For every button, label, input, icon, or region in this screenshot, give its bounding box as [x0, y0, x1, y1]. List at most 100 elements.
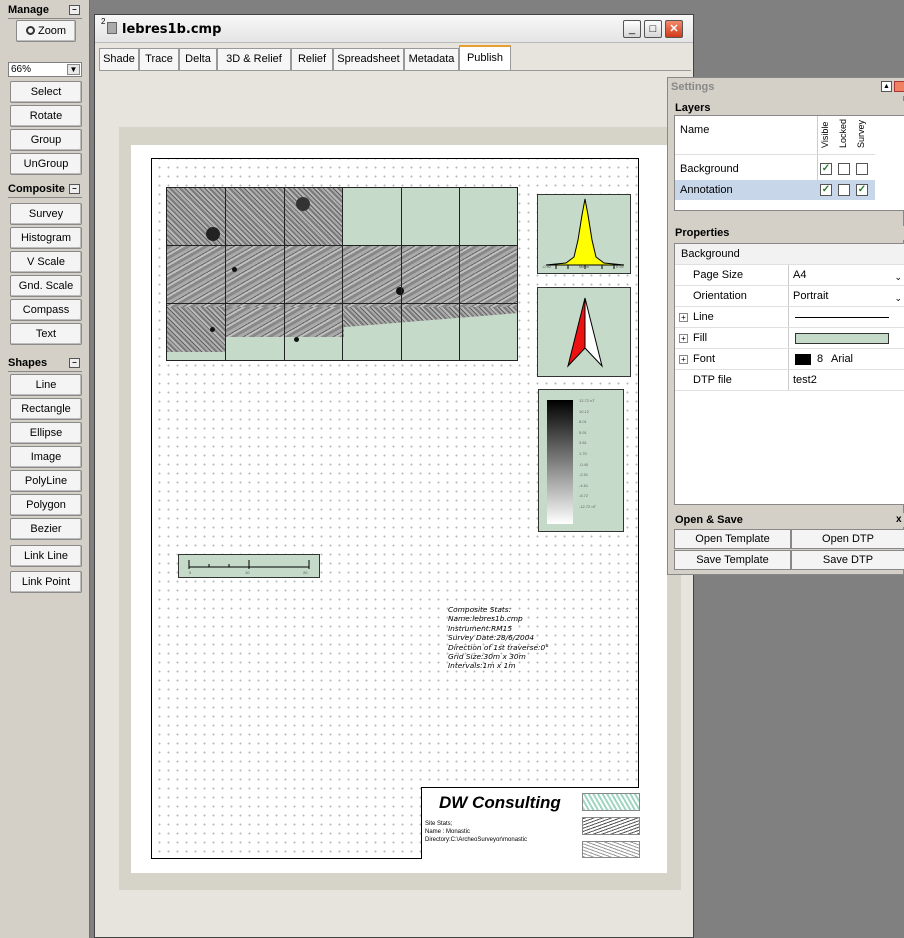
ungroup-button[interactable]: UnGroup [10, 153, 82, 175]
fill-row[interactable]: + Fill [675, 328, 904, 349]
tab-trace[interactable]: Trace [139, 48, 179, 70]
grid-cell [459, 187, 518, 246]
line-row[interactable]: + Line [675, 307, 904, 328]
font-row[interactable]: + Font 8 Arial [675, 349, 904, 370]
tab-delta[interactable]: Delta [179, 48, 217, 70]
visible-checkbox[interactable]: ✓ [820, 163, 832, 175]
properties-object-name: Background [681, 248, 740, 260]
group-button[interactable]: Group [10, 129, 82, 151]
line-sample [795, 317, 889, 318]
line-value[interactable] [788, 307, 904, 327]
page-size-select[interactable]: A4 ⌄ [788, 265, 904, 285]
composite-collapse-button[interactable]: – [69, 184, 80, 194]
ellipse-button[interactable]: Ellipse [10, 422, 82, 444]
tab-relief[interactable]: Relief [291, 48, 333, 70]
logo-image [582, 793, 640, 811]
locked-checkbox[interactable] [838, 184, 850, 196]
vscale-label: -0.40 [579, 461, 589, 467]
vscale-panel[interactable]: 12.72 nT 10.12 8.01 5.91 3.81 1.70 -0.40… [538, 389, 624, 532]
dtp-value[interactable]: test2 [788, 370, 904, 390]
tab-metadata[interactable]: Metadata [404, 48, 459, 70]
pin-button[interactable]: ▲ [881, 81, 892, 92]
close-button[interactable]: ✕ [665, 20, 683, 38]
dtp-file-row[interactable]: DTP file test2 [675, 370, 904, 391]
zoom-select[interactable]: 66% ▼ [8, 62, 82, 77]
polygon-button[interactable]: Polygon [10, 494, 82, 516]
compass-panel[interactable] [537, 287, 631, 377]
settings-close-button[interactable] [894, 81, 904, 92]
orientation-row[interactable]: Orientation Portrait ⌄ [675, 286, 904, 307]
grid-cell [401, 187, 460, 246]
col-survey: Survey [856, 119, 866, 148]
polyline-button[interactable]: PolyLine [10, 470, 82, 492]
stats-line: Intervals:1m x 1m [448, 661, 516, 671]
font-name: Arial [831, 353, 854, 365]
layer-row-annotation[interactable]: Annotation ✓ ✓ [675, 180, 875, 200]
rotate-button[interactable]: Rotate [10, 105, 82, 127]
properties-section-header[interactable]: Properties [672, 226, 904, 240]
save-dtp-button[interactable]: Save DTP [791, 550, 904, 570]
stats-line: Name:lebres1b.cmp [448, 614, 523, 624]
minimize-button[interactable]: _ [623, 20, 641, 38]
tab-shade[interactable]: Shade [99, 48, 139, 70]
histogram-panel[interactable]: -0.92 Mean 0.92 [537, 194, 631, 274]
zoom-value: 66% [11, 64, 32, 75]
vscale-label: 3.81 [579, 440, 587, 446]
open-dtp-button[interactable]: Open DTP [791, 529, 904, 549]
font-value[interactable]: 8 Arial [788, 349, 904, 369]
col-name: Name [680, 124, 710, 136]
font-label: Font [693, 353, 716, 365]
locked-checkbox[interactable] [838, 163, 850, 175]
settings-header[interactable]: Settings ▲ [668, 78, 904, 96]
bezier-button[interactable]: Bezier [10, 518, 82, 540]
survey-checkbox[interactable] [856, 163, 868, 175]
layer-row-background[interactable]: Background ✓ [675, 159, 875, 179]
visible-checkbox[interactable]: ✓ [820, 184, 832, 196]
orientation-label: Orientation [693, 290, 747, 302]
line-button[interactable]: Line [10, 374, 82, 396]
manage-group-header: Manage – [8, 3, 82, 19]
page-size-row[interactable]: Page Size A4 ⌄ [675, 265, 904, 286]
vscale-gradient [547, 400, 573, 524]
open-template-button[interactable]: Open Template [674, 529, 791, 549]
survey-image[interactable] [166, 187, 518, 361]
layers-section-header[interactable]: Layers [672, 101, 904, 115]
site-text: Site Stats; Name : Monastic Directory:C:… [425, 820, 527, 844]
survey-button[interactable]: Survey [10, 203, 82, 225]
grid-cell [284, 245, 343, 304]
tab-spreadsheet[interactable]: Spreadsheet [333, 48, 404, 70]
page-frame[interactable]: -0.92 Mean 0.92 12.72 nT 10.12 8.01 5.91… [151, 158, 640, 859]
grid-cell [166, 187, 226, 246]
link-point-button[interactable]: Link Point [10, 571, 82, 593]
compass-button[interactable]: Compass [10, 299, 82, 321]
open-save-section-header[interactable]: Open & Save x [672, 513, 904, 527]
vscale-button[interactable]: V Scale [10, 251, 82, 273]
chevron-down-icon[interactable]: ⌄ [894, 288, 902, 308]
gnd-scale-button[interactable]: Gnd. Scale [10, 275, 82, 297]
manage-collapse-button[interactable]: – [69, 5, 80, 15]
chevron-down-icon[interactable]: ⌄ [894, 267, 902, 287]
save-template-button[interactable]: Save Template [674, 550, 791, 570]
fill-value[interactable] [788, 328, 904, 348]
text-button[interactable]: Text [10, 323, 82, 345]
close-icon[interactable]: x [896, 513, 902, 527]
window-titlebar[interactable]: 2 lebres1b.cmp _ □ ✕ [95, 15, 693, 43]
select-button[interactable]: Select [10, 81, 82, 103]
zoom-button[interactable]: Zoom [16, 20, 76, 42]
stats-text[interactable]: Composite Stats: Name:lebres1b.cmp Instr… [448, 605, 549, 671]
vscale-label: 1.70 [579, 450, 587, 456]
chevron-down-icon[interactable]: ▼ [67, 64, 80, 75]
tab-3d-relief[interactable]: 3D & Relief [217, 48, 291, 70]
shapes-collapse-button[interactable]: – [69, 358, 80, 368]
orientation-select[interactable]: Portrait ⌄ [788, 286, 904, 306]
image-button[interactable]: Image [10, 446, 82, 468]
rectangle-button[interactable]: Rectangle [10, 398, 82, 420]
grid-cell [284, 303, 343, 361]
tab-publish[interactable]: Publish [459, 45, 511, 71]
title-block[interactable]: DW Consulting Site Stats; Name : Monasti… [421, 787, 640, 859]
ground-scale[interactable]: 0 10 20 [178, 554, 320, 578]
link-line-button[interactable]: Link Line [10, 545, 82, 567]
maximize-button[interactable]: □ [644, 20, 662, 38]
survey-checkbox[interactable]: ✓ [856, 184, 868, 196]
histogram-button[interactable]: Histogram [10, 227, 82, 249]
